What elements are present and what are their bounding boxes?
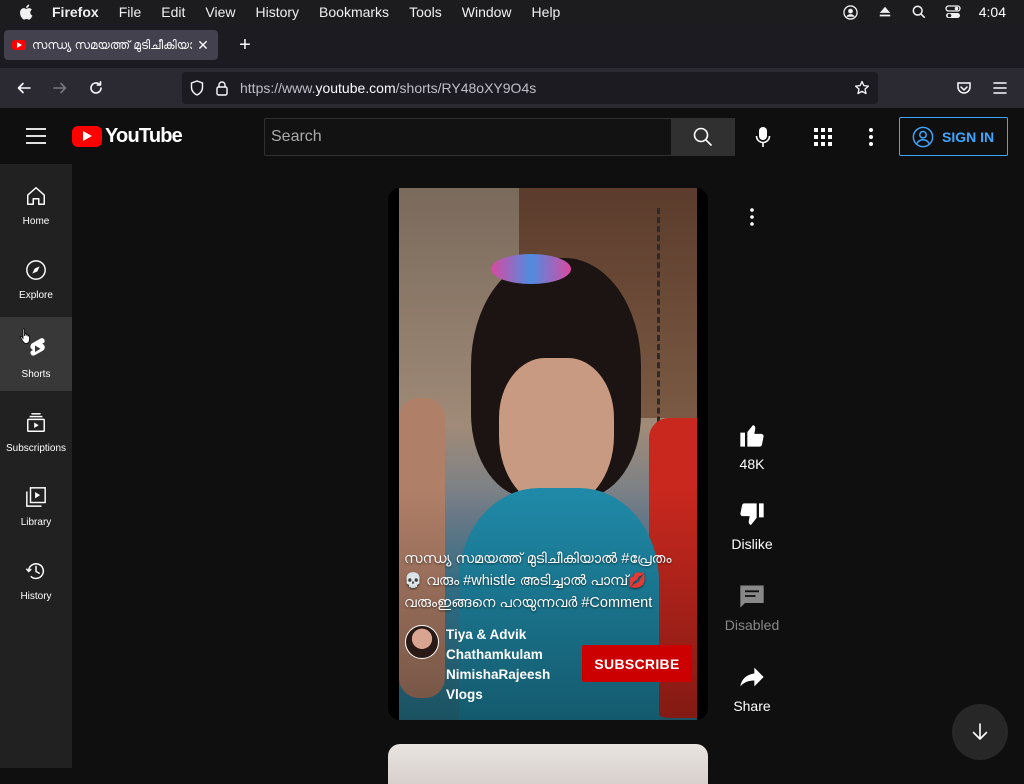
- share-button[interactable]: Share: [722, 662, 782, 714]
- sidebar-item-label: Library: [20, 517, 52, 528]
- menu-help[interactable]: Help: [532, 4, 561, 20]
- next-short-preview[interactable]: [388, 744, 708, 784]
- menu-bookmarks[interactable]: Bookmarks: [319, 4, 389, 20]
- sign-in-label: SIGN IN: [942, 128, 995, 145]
- sidebar-item-subscriptions[interactable]: Subscriptions: [0, 391, 72, 465]
- reload-icon[interactable]: [82, 74, 110, 102]
- control-center-icon[interactable]: [945, 4, 961, 20]
- comments-button[interactable]: Disabled: [722, 581, 782, 633]
- app-menu-hamburger-icon[interactable]: [986, 74, 1014, 102]
- eject-icon[interactable]: [877, 4, 893, 20]
- tab-title: സന്ധ്യ സമയത്ത് മുടിചീകിയാൽ #: [32, 37, 192, 52]
- youtube-wordmark: YouTube: [105, 125, 183, 147]
- short-caption: സന്ധ്യ സമയത്ത് മുടിചീകിയാൽ #പ്രേതം 💀 വരു…: [404, 551, 672, 611]
- search-button[interactable]: [671, 118, 735, 156]
- like-button[interactable]: 48K: [722, 420, 782, 472]
- url-domain: youtube.com: [315, 80, 396, 96]
- compass-icon: [24, 258, 48, 282]
- sidebar-item-label: Home: [22, 216, 50, 227]
- menu-clock: 4:04: [978, 4, 1006, 20]
- hand-cursor-icon: [20, 328, 30, 344]
- channel-name[interactable]: Tiya & Advik Chathamkulam NimishaRajeesh…: [446, 625, 556, 705]
- video-hair-bow: [491, 254, 571, 284]
- sign-in-button[interactable]: SIGN IN: [899, 117, 1008, 156]
- youtube-favicon-icon: [12, 40, 26, 50]
- apple-icon[interactable]: [18, 3, 36, 21]
- subscribe-button[interactable]: SUBSCRIBE: [582, 645, 692, 682]
- thumbs-up-icon: [737, 420, 767, 450]
- thumbs-down-icon: [737, 500, 767, 530]
- lock-icon[interactable]: [214, 79, 230, 97]
- address-bar[interactable]: https://www.youtube.com/shorts/RY48oXY9O…: [182, 72, 878, 104]
- sidebar-item-label: Explore: [19, 290, 53, 301]
- sidebar-item-label: Subscriptions: [5, 443, 67, 454]
- history-clock-icon: [24, 559, 48, 583]
- sidebar-item-home[interactable]: Home: [0, 164, 72, 238]
- comment-icon: [737, 581, 767, 611]
- tab-close-icon[interactable]: ✕: [196, 37, 210, 54]
- share-label: Share: [733, 698, 771, 714]
- sidebar-item-library[interactable]: Library: [0, 465, 72, 539]
- url-prefix: https://www.: [240, 80, 316, 96]
- spotlight-search-icon[interactable]: [911, 4, 927, 20]
- library-icon: [24, 485, 48, 509]
- short-more-options-icon[interactable]: [742, 204, 762, 230]
- dislike-button[interactable]: Dislike: [722, 500, 782, 552]
- search-icon: [693, 127, 713, 147]
- arrow-down-icon: [972, 723, 988, 740]
- menu-file[interactable]: File: [119, 4, 142, 20]
- macos-menu-bar: Firefox File Edit View History Bookmarks…: [0, 0, 1024, 24]
- sidebar-item-shorts[interactable]: Shorts: [0, 317, 72, 391]
- new-tab-icon[interactable]: +: [236, 35, 254, 55]
- menu-app-name[interactable]: Firefox: [52, 4, 99, 20]
- settings-more-vertical-icon[interactable]: [862, 126, 880, 148]
- sidebar-item-label: Shorts: [21, 369, 51, 380]
- bookmark-star-icon[interactable]: [852, 78, 872, 98]
- channel-avatar[interactable]: [405, 625, 439, 659]
- account-circle-icon: [912, 126, 934, 147]
- youtube-play-logo-icon: [72, 126, 102, 147]
- tracking-protection-shield-icon[interactable]: [188, 79, 206, 97]
- browser-tab-active[interactable]: സന്ധ്യ സമയത്ത് മുടിചീകിയാൽ # ✕: [4, 30, 218, 60]
- dislike-label: Dislike: [731, 536, 773, 552]
- video-girl-face: [499, 358, 614, 508]
- menu-view[interactable]: View: [205, 4, 235, 20]
- search-input[interactable]: [264, 118, 672, 156]
- menu-history[interactable]: History: [255, 4, 299, 20]
- subscriptions-icon: [24, 411, 48, 435]
- sidebar-item-label: History: [20, 591, 52, 602]
- shorts-player[interactable]: സന്ധ്യ സമയത്ത് മുടിചീകിയാൽ #പ്രേതം 💀 വരു…: [388, 188, 708, 720]
- home-icon: [24, 184, 48, 208]
- url-path: /shorts/RY48oXY9O4s: [395, 80, 537, 96]
- sidebar-item-explore[interactable]: Explore: [0, 238, 72, 312]
- voice-search-mic-icon[interactable]: [752, 126, 774, 148]
- share-arrow-icon: [737, 662, 767, 692]
- youtube-apps-grid-icon[interactable]: [812, 126, 834, 148]
- sidebar-item-history[interactable]: History: [0, 539, 72, 613]
- menu-tools[interactable]: Tools: [409, 4, 442, 20]
- user-account-icon[interactable]: [843, 4, 859, 20]
- browser-tab-strip: സന്ധ്യ സമയത്ത് മുടിചീകിയാൽ # ✕ +: [0, 24, 1024, 68]
- mini-guide-sidebar: Home Explore Shorts Subscriptions Librar…: [0, 164, 72, 768]
- like-count: 48K: [739, 456, 765, 472]
- comments-label: Disabled: [724, 617, 780, 633]
- guide-menu-icon[interactable]: [24, 126, 48, 146]
- youtube-header: YouTube SIGN IN: [0, 108, 1024, 164]
- forward-arrow-icon[interactable]: [46, 74, 74, 102]
- pocket-icon[interactable]: [950, 74, 978, 102]
- next-short-button[interactable]: [952, 704, 1008, 760]
- url-text[interactable]: https://www.youtube.com/shorts/RY48oXY9O…: [240, 80, 852, 96]
- back-arrow-icon[interactable]: [10, 74, 38, 102]
- youtube-logo[interactable]: YouTube: [72, 125, 183, 148]
- menu-window[interactable]: Window: [462, 4, 512, 20]
- menu-edit[interactable]: Edit: [161, 4, 185, 20]
- browser-nav-bar: https://www.youtube.com/shorts/RY48oXY9O…: [0, 68, 1024, 108]
